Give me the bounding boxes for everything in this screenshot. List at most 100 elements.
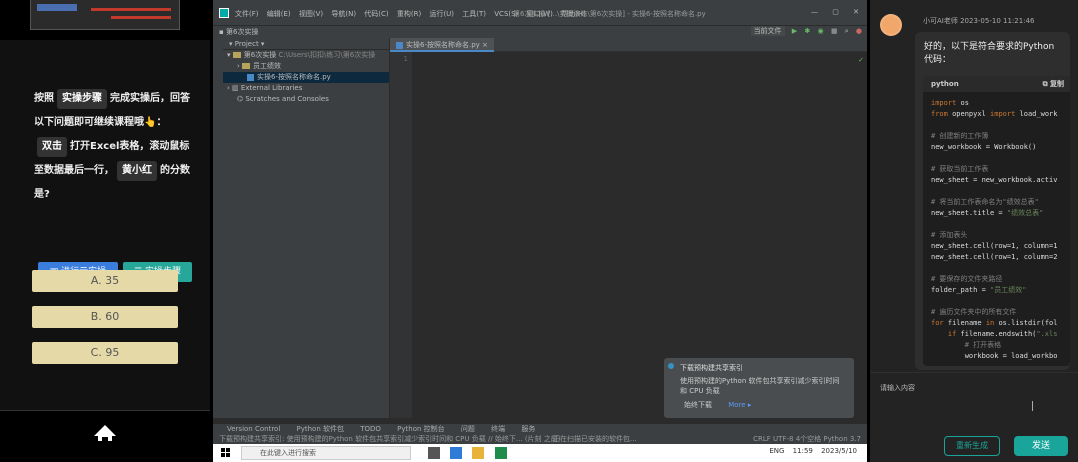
ai-chat-panel: 小可AI老师 2023-05-10 11:21:46 好的，以下是符合要求的Py… — [870, 0, 1078, 462]
windows-start-icon[interactable] — [221, 448, 231, 458]
code-line: new_sheet = new_workbook.activ — [931, 176, 1058, 184]
project-header[interactable]: ▾ Project ▾ — [223, 38, 389, 50]
quiz-content: 按照 实操步骤 完成实操后，回答以下问题即可继续课程哦👆： 双击 打开Excel表格，… — [0, 40, 210, 410]
language-indicator[interactable]: ENG — [769, 447, 784, 455]
notification-actions: 始终下载 More ▸ — [684, 400, 765, 410]
status-message[interactable]: 下载预构建共享索引: 使用预构建的Python 软件包共享索引减少索引时间和 C… — [219, 434, 561, 444]
tab-python-packages[interactable]: Python 软件包 — [297, 425, 345, 433]
notification-body: 使用预构建的Python 软件包共享索引减少索引时间和 CPU 负载 — [680, 377, 840, 395]
code-line: new_sheet.cell(row=1, column=2 — [931, 253, 1058, 261]
stop-icon[interactable]: ■ — [831, 27, 838, 35]
code-line: # 添加表头 — [931, 231, 968, 239]
home-icon[interactable] — [92, 423, 118, 443]
status-bar: 下载预构建共享索引: 使用预构建的Python 软件包共享索引减少索引时间和 C… — [213, 434, 867, 444]
send-button[interactable]: 发送 — [1014, 436, 1068, 456]
code-line: # 将当前工作表命名为"绩效总表" — [931, 198, 1039, 206]
code-header: python ⧉ 复制 — [923, 76, 1070, 92]
tree-item-libraries[interactable]: › ▥ External Libraries — [223, 83, 389, 94]
tag-dblclick: 双击 — [37, 137, 67, 157]
regenerate-button[interactable]: 重新生成 — [944, 436, 1000, 456]
clock-date[interactable]: 2023/5/10 — [821, 447, 857, 455]
folder-icon: ▪ — [219, 28, 224, 36]
copy-button[interactable]: ⧉ 复制 — [1043, 76, 1064, 92]
text-cursor — [1032, 401, 1034, 411]
code-line: # 获取当前工作表 — [931, 165, 989, 173]
code-line: if filename.endswith(".xls — [947, 330, 1058, 338]
video-thumbnail[interactable] — [30, 0, 180, 30]
tree-item-root[interactable]: ▾ 第6次实操 C:\Users\扣扣\练习\第6次实操 — [223, 50, 389, 61]
tree-item-folder[interactable]: › 员工绩效 — [223, 61, 389, 72]
system-tray: ENG 11:59 2023/5/10 — [763, 447, 857, 455]
notification-title: 下载预构建共享索引 — [680, 364, 743, 372]
tab-terminal[interactable]: 终端 — [491, 425, 505, 433]
maximize-icon[interactable]: ▢ — [832, 8, 839, 16]
bottom-nav — [0, 410, 210, 462]
menu-tools[interactable]: 工具(T) — [462, 10, 486, 18]
tab-services[interactable]: 服务 — [521, 425, 535, 433]
tab-problems[interactable]: 问题 — [461, 425, 475, 433]
folder-icon — [232, 52, 241, 58]
code-line: new_sheet.cell(row=1, column=1 — [931, 242, 1058, 250]
windows-taskbar: 在此键入进行搜索 ENG 11:59 2023/5/10 — [213, 444, 867, 462]
menu-file[interactable]: 文件(F) — [235, 10, 259, 18]
run-config-select[interactable]: 当前文件 — [750, 26, 785, 36]
tree-item-scratches[interactable]: ⌬ Scratches and Consoles — [223, 94, 389, 105]
code-language: python — [931, 80, 959, 88]
chat-input[interactable]: 请输入内容 — [870, 372, 1078, 427]
option-c[interactable]: C. 95 — [32, 342, 178, 364]
option-a[interactable]: A. 35 — [32, 270, 178, 292]
tree-item-file[interactable]: 实操6-按照名称命名.py — [223, 72, 389, 83]
minimize-icon[interactable]: — — [811, 8, 818, 16]
taskbar-search-input[interactable]: 在此键入进行搜索 — [241, 446, 411, 460]
settings-icon[interactable]: ● — [856, 27, 862, 35]
run-icon[interactable]: ▶ — [792, 27, 797, 35]
ide-window: 文件(F) 编辑(E) 视图(V) 导航(N) 代码(C) 重构(R) 运行(U… — [213, 0, 867, 444]
tab-todo[interactable]: TODO — [360, 425, 381, 433]
more-link[interactable]: More ▸ — [728, 401, 751, 409]
option-b[interactable]: B. 60 — [32, 306, 178, 328]
menu-run[interactable]: 运行(U) — [429, 10, 454, 18]
menu-view[interactable]: 视图(V) — [299, 10, 323, 18]
always-download-link[interactable]: 始终下载 — [684, 401, 712, 409]
debug-icon[interactable]: ✱ — [804, 27, 810, 35]
menu-navigate[interactable]: 导航(N) — [331, 10, 356, 18]
code-content: import os from openpyxl import load_work… — [923, 92, 1070, 366]
menu-code[interactable]: 代码(C) — [364, 10, 388, 18]
check-icon: ✓ — [858, 56, 864, 64]
task-view-icon[interactable] — [428, 447, 440, 459]
search-icon[interactable]: ⌕ — [845, 27, 849, 36]
project-header-label: Project — [234, 40, 259, 48]
left-tool-strip — [213, 38, 223, 418]
info-icon — [668, 363, 674, 369]
code-line: folder_path = "员工绩效" — [931, 286, 1027, 294]
tree-label: 实操6-按照名称命名.py — [257, 73, 331, 81]
sender-info: 小可AI老师 2023-05-10 11:21:46 — [923, 16, 1034, 26]
code-block: python ⧉ 复制 import os from openpyxl impo… — [923, 76, 1070, 366]
coverage-icon[interactable]: ◉ — [818, 27, 824, 35]
pycharm-logo-icon — [219, 8, 229, 18]
window-title: 第6次实操 [...\实操演练\第6次实操] - 实操6-按照名称命名.py — [513, 10, 706, 18]
breadcrumb-project[interactable]: 第6次实操 — [226, 28, 258, 36]
close-icon[interactable]: ✕ — [853, 8, 859, 16]
python-file-icon — [396, 41, 403, 49]
message-timestamp: 2023-05-10 11:21:46 — [960, 17, 1035, 25]
pycharm-icon[interactable] — [494, 447, 507, 459]
menu-edit[interactable]: 编辑(E) — [267, 10, 291, 18]
sender-name: 小可AI老师 — [923, 17, 958, 25]
file-explorer-icon[interactable] — [472, 447, 485, 459]
editor-tab[interactable]: 实操6-按照名称命名.py × — [390, 38, 494, 52]
clock-time[interactable]: 11:59 — [793, 447, 813, 455]
code-line: new_sheet.title = "绩效总表" — [931, 209, 1044, 217]
code-line: import os — [931, 99, 969, 107]
tag-steps: 实操步骤 — [57, 89, 107, 109]
scratch-icon: ⌬ — [237, 95, 244, 103]
notification-popup: 下载预构建共享索引 使用预构建的Python 软件包共享索引减少索引时间和 CP… — [664, 358, 854, 418]
search-placeholder: 在此键入进行搜索 — [260, 449, 316, 457]
code-line: # 打开表格 — [931, 341, 1002, 349]
menu-refactor[interactable]: 重构(R) — [397, 10, 421, 18]
quiz-panel: 按照 实操步骤 完成实操后，回答以下问题即可继续课程哦👆： 双击 打开Excel表格，… — [0, 0, 210, 462]
browser-icon[interactable] — [450, 447, 463, 459]
tab-version-control[interactable]: Version Control — [227, 425, 280, 433]
tab-python-console[interactable]: Python 控制台 — [397, 425, 445, 433]
status-file-info[interactable]: CRLF UTF-8 4个空格 Python 3.7 — [753, 434, 861, 444]
